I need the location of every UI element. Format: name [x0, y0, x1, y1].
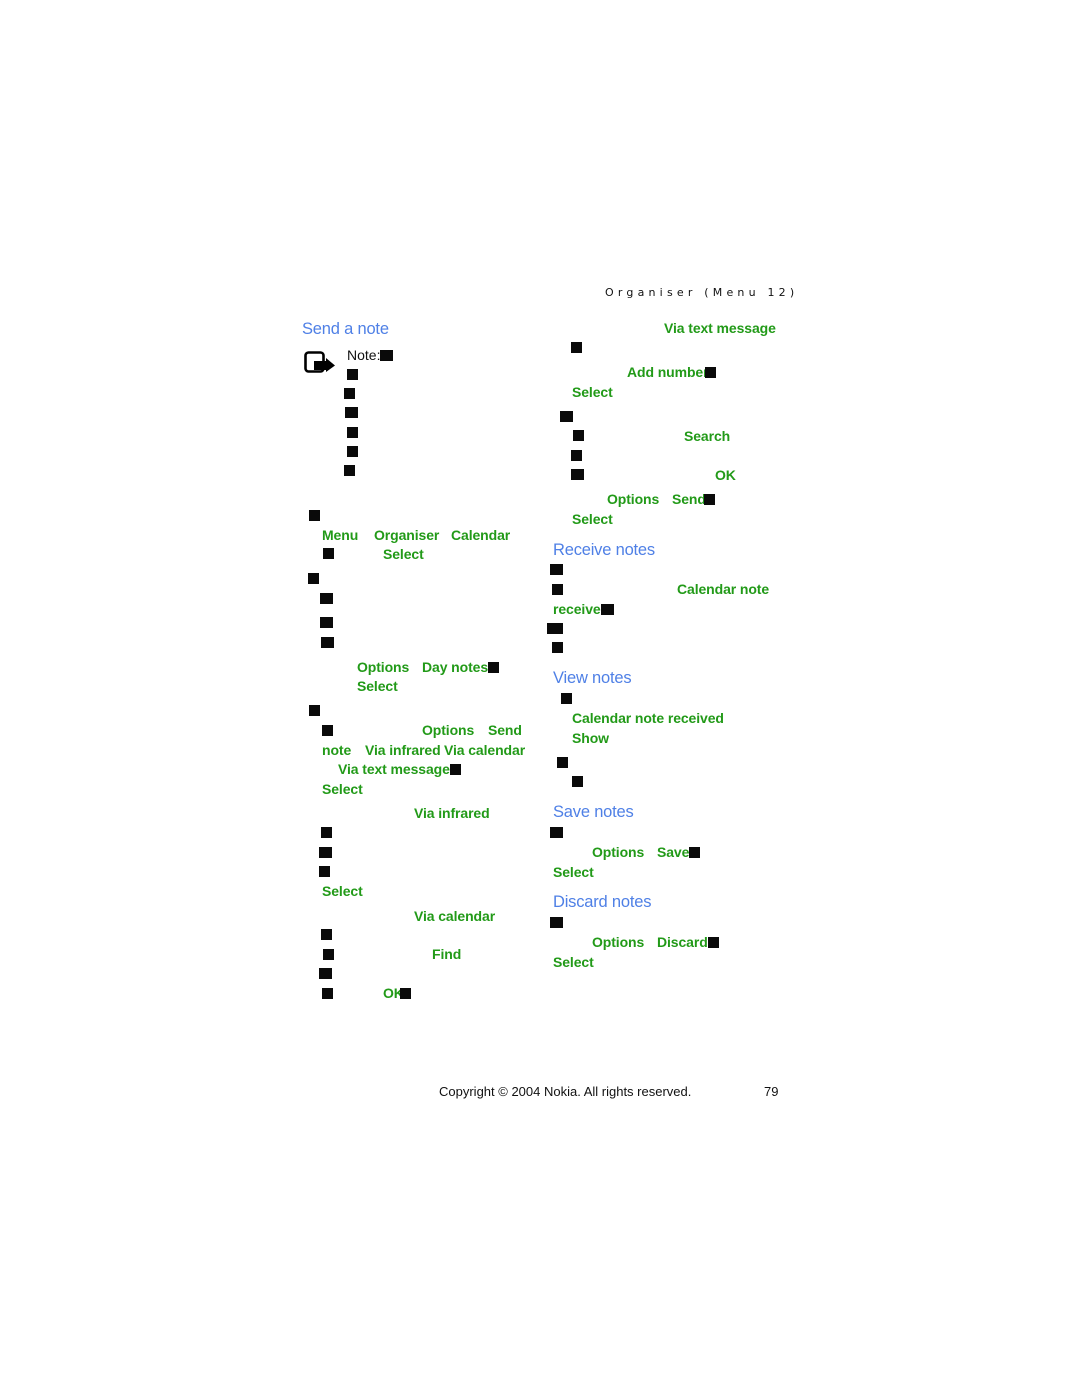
add-number-text: Add number — [627, 364, 709, 380]
redacted-text — [557, 757, 568, 768]
redacted-text — [573, 430, 584, 441]
calendar-note-text: Calendar note — [677, 581, 770, 597]
redacted-text — [323, 548, 334, 559]
show-key: Show — [572, 730, 609, 746]
redacted-text — [319, 847, 332, 858]
redacted-text — [550, 917, 563, 928]
select-key-infrared: Select — [322, 883, 363, 899]
options-key-save: Options — [592, 844, 645, 860]
ok-key-text: OK — [715, 467, 736, 483]
receive-text: receive — [553, 601, 614, 617]
redacted-text — [689, 847, 701, 858]
find-key: Find — [432, 946, 462, 962]
discard-text: Discard — [657, 934, 708, 950]
redacted-text — [319, 968, 332, 979]
redacted-text — [321, 827, 332, 838]
select-key-save: Select — [553, 864, 594, 880]
redacted-text — [399, 988, 411, 999]
page-number: 79 — [764, 1084, 779, 1099]
options-key-text: Options — [607, 491, 660, 507]
redacted-text — [319, 866, 330, 877]
running-header: Organiser (Menu 12) — [605, 286, 799, 299]
menu-path-calendar: Calendar — [451, 527, 511, 543]
section-heading-view-notes: View notes — [553, 669, 632, 687]
redacted-text — [707, 937, 719, 948]
note-label: Note: — [347, 347, 394, 363]
receive-word: receive — [553, 601, 601, 617]
via-text-message-text: Via text message — [338, 761, 450, 777]
redacted-text — [571, 469, 584, 480]
send-option: Send — [488, 722, 522, 738]
redacted-text — [560, 411, 573, 422]
subheading-via-infrared: Via infrared — [414, 805, 490, 821]
select-key-2: Select — [357, 678, 398, 694]
redacted-text — [703, 494, 715, 505]
redacted-text — [552, 584, 563, 595]
redacted-text — [344, 388, 355, 399]
redacted-text — [571, 450, 582, 461]
redacted-text — [449, 764, 461, 775]
section-heading-receive-notes: Receive notes — [553, 541, 655, 559]
redacted-text — [323, 949, 334, 960]
via-infrared-option: Via infrared — [365, 742, 441, 758]
discard-option: Discard — [657, 934, 719, 950]
select-key-1: Select — [383, 546, 424, 562]
redacted-text — [320, 617, 333, 628]
note-option: note — [322, 742, 352, 758]
options-key-discard: Options — [592, 934, 645, 950]
calendar-note-received-text: Calendar note received — [572, 710, 724, 726]
redacted-text — [309, 705, 320, 716]
subheading-via-calendar: Via calendar — [414, 908, 496, 924]
section-heading-send-a-note: Send a note — [302, 320, 389, 338]
redacted-text — [321, 929, 332, 940]
options-key-1: Options — [357, 659, 410, 675]
redacted-text — [347, 427, 358, 438]
section-heading-save-notes: Save notes — [553, 803, 634, 821]
redacted-text — [552, 642, 563, 653]
save-option: Save — [657, 844, 701, 860]
send-option-text: Send — [672, 491, 715, 507]
select-key-text-1: Select — [572, 384, 613, 400]
redacted-text — [572, 776, 583, 787]
via-text-message-option: Via text message — [338, 761, 461, 777]
section-heading-discard-notes: Discard notes — [553, 893, 652, 911]
options-key-2: Options — [422, 722, 475, 738]
day-notes-text: Day notes — [422, 659, 489, 675]
save-text: Save — [657, 844, 690, 860]
redacted-text — [322, 988, 333, 999]
via-calendar-option: Via calendar — [444, 742, 526, 758]
select-key-text-2: Select — [572, 511, 613, 527]
search-key: Search — [684, 428, 731, 444]
redacted-text — [347, 369, 358, 380]
select-key-discard: Select — [553, 954, 594, 970]
ok-key-calendar: OK — [383, 985, 411, 1001]
redacted-text — [488, 662, 500, 673]
add-number-option: Add number — [627, 364, 717, 380]
redacted-text — [550, 564, 563, 575]
subheading-via-text-message: Via text message — [664, 320, 776, 336]
redacted-text — [347, 446, 358, 457]
redacted-text — [308, 573, 319, 584]
note-icon — [304, 351, 335, 373]
redacted-text — [571, 342, 582, 353]
redacted-text — [561, 693, 572, 704]
note-label-text: Note: — [347, 347, 381, 363]
redacted-text — [322, 725, 333, 736]
menu-path-menu: Menu — [322, 527, 359, 543]
redacted-text — [345, 407, 358, 418]
redacted-text — [320, 593, 333, 604]
redacted-text — [344, 465, 355, 476]
redacted-text — [321, 637, 334, 648]
redacted-text — [547, 623, 563, 634]
day-notes-option: Day notes — [422, 659, 500, 675]
send-text: Send — [672, 491, 706, 507]
copyright-notice: Copyright © 2004 Nokia. All rights reser… — [439, 1084, 692, 1099]
redacted-text — [705, 367, 717, 378]
select-key-3: Select — [322, 781, 363, 797]
redacted-text — [550, 827, 563, 838]
menu-path-organiser: Organiser — [374, 527, 440, 543]
redacted-text — [309, 510, 320, 521]
redacted-text — [380, 350, 394, 361]
redacted-text — [600, 604, 614, 615]
